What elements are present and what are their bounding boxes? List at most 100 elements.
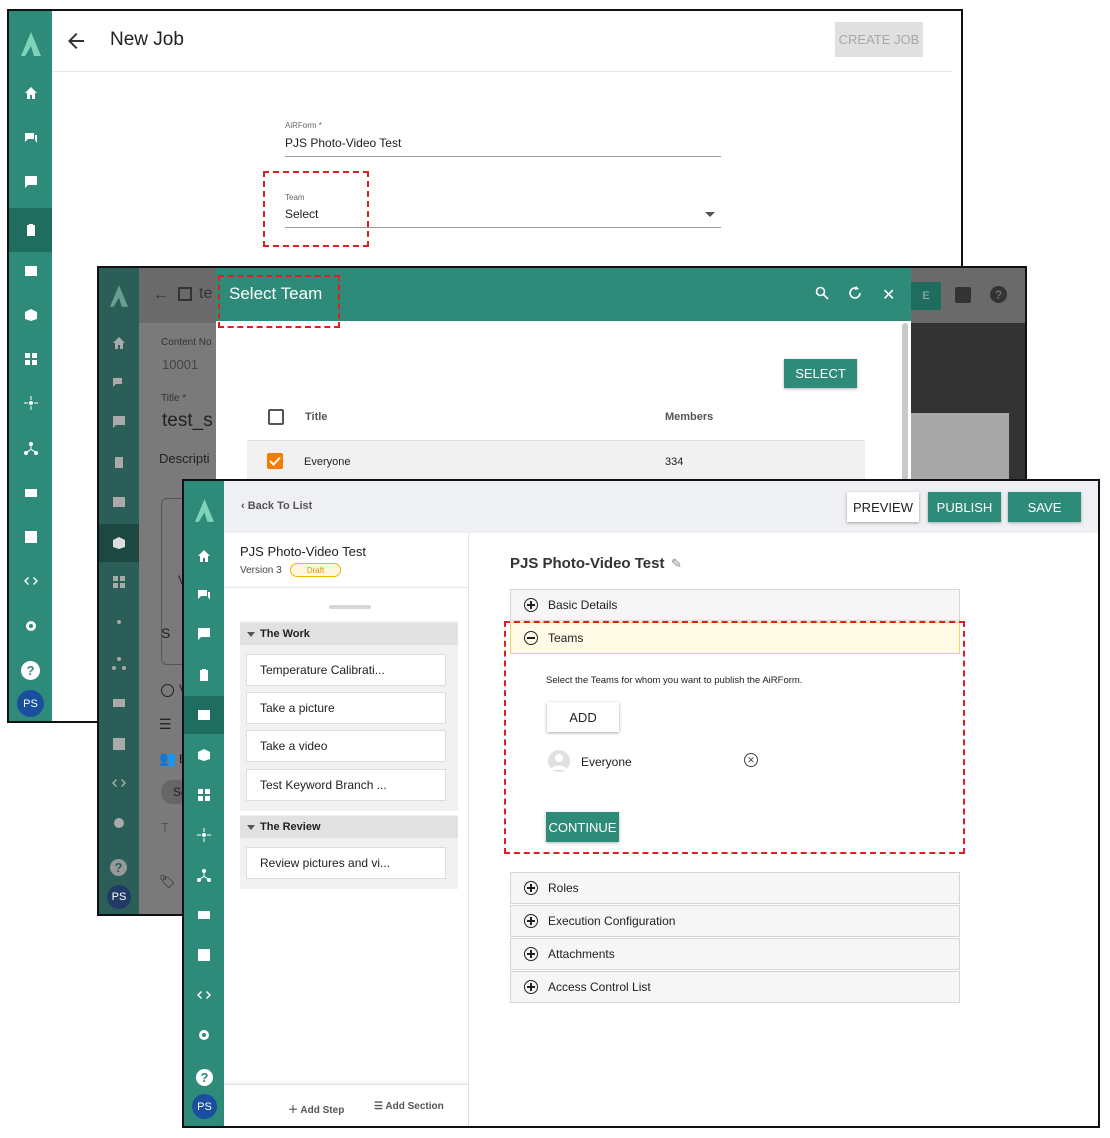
avatar[interactable]: PS (107, 885, 131, 909)
airform-field[interactable]: PJS Photo-Video Test (285, 136, 721, 157)
workflow-icon[interactable] (9, 436, 52, 460)
add-section-label: Add Section (385, 1101, 444, 1112)
title-label: Title * (161, 393, 187, 404)
drag-handle[interactable] (329, 605, 371, 609)
help-icon[interactable]: ? (110, 859, 127, 876)
report-icon[interactable] (99, 732, 139, 756)
accordion-attachments[interactable]: Attachments (510, 938, 960, 970)
clock-icon (161, 684, 174, 697)
code-icon[interactable] (9, 569, 52, 593)
widgets-icon[interactable] (184, 783, 224, 807)
box-icon[interactable] (99, 524, 139, 562)
accordion-basic-details[interactable]: Basic Details (510, 589, 960, 621)
sidebar: ? PS (184, 481, 224, 1126)
share-icon[interactable] (955, 287, 971, 303)
report-icon[interactable] (184, 943, 224, 967)
hub-icon[interactable] (184, 823, 224, 847)
clipboard-icon[interactable] (184, 663, 224, 687)
team-highlight-box (263, 171, 369, 247)
hub-icon[interactable] (99, 610, 139, 634)
header-button-partial[interactable]: E (911, 282, 941, 310)
id-card-icon[interactable] (99, 691, 139, 715)
avatar[interactable]: PS (17, 690, 44, 717)
add-step-button[interactable]: ＋ Add Step (288, 1101, 344, 1116)
select-all-checkbox[interactable] (268, 409, 284, 425)
report-icon[interactable] (9, 525, 52, 549)
avatar[interactable]: PS (192, 1094, 217, 1119)
back-arrow-icon[interactable] (64, 29, 88, 53)
settings-icon[interactable] (9, 614, 52, 638)
grid-list-icon[interactable] (99, 490, 139, 514)
structure-panel: PJS Photo-Video Test Version 3 Draft The… (224, 533, 469, 1126)
search-icon[interactable] (815, 286, 829, 300)
caret-down-icon (247, 631, 255, 637)
create-job-button[interactable]: CREATE JOB (835, 22, 923, 57)
edit-pencil-icon[interactable]: ✎ (671, 556, 682, 572)
id-card-icon[interactable] (9, 481, 52, 505)
code-icon[interactable] (99, 771, 139, 795)
save-button[interactable]: SAVE (1008, 492, 1081, 522)
workflow-icon[interactable] (184, 863, 224, 887)
back-to-list-link[interactable]: ‹ Back To List (241, 500, 312, 512)
home-icon[interactable] (184, 544, 224, 568)
box-icon[interactable] (184, 743, 224, 767)
chat-icon[interactable] (9, 126, 52, 150)
workflow-icon[interactable] (99, 651, 139, 675)
help-icon[interactable]: ? (21, 661, 40, 680)
home-icon[interactable] (99, 331, 139, 355)
scrollbar[interactable] (902, 323, 908, 480)
widgets-icon[interactable] (9, 347, 52, 371)
select-team-highlight-box (218, 275, 340, 328)
form-title: PJS Photo-Video Test (240, 544, 366, 559)
widgets-icon[interactable] (99, 570, 139, 594)
select-button[interactable]: SELECT (784, 359, 857, 388)
section-header-the-work[interactable]: The Work (240, 623, 458, 645)
grid-list-icon[interactable] (9, 259, 52, 283)
accordion-label: Roles (548, 881, 579, 895)
grid-list-icon[interactable] (184, 696, 224, 734)
back-arrow-icon[interactable]: ← (153, 286, 169, 304)
clipboard-icon[interactable] (99, 450, 139, 474)
airform-editor-window: ? PS ‹ Back To List PREVIEW PUBLISH SAVE… (182, 479, 1100, 1128)
code-icon[interactable] (184, 983, 224, 1007)
help-icon[interactable]: ? (196, 1069, 213, 1086)
accordion-execution-configuration[interactable]: Execution Configuration (510, 905, 960, 937)
tag-icon: 🏷 (159, 874, 176, 889)
hub-icon[interactable] (9, 391, 52, 415)
preview-button[interactable]: PREVIEW (847, 492, 919, 522)
plus-icon: ＋ (288, 1105, 301, 1116)
message-icon[interactable] (99, 410, 139, 434)
chat-icon[interactable] (99, 371, 139, 395)
content-no-value: 10001 (162, 357, 199, 372)
accordion-label: Attachments (548, 947, 615, 961)
accordion-access-control-list[interactable]: Access Control List (510, 971, 960, 1003)
chat-icon[interactable] (184, 583, 224, 607)
refresh-icon[interactable] (848, 286, 862, 300)
publish-button[interactable]: PUBLISH (928, 492, 1001, 522)
accordion-label: Access Control List (548, 980, 651, 994)
close-icon[interactable]: ✕ (882, 285, 895, 305)
message-icon[interactable] (9, 170, 52, 194)
settings-icon[interactable] (184, 1023, 224, 1047)
message-icon[interactable] (184, 622, 224, 646)
accordion-label: Basic Details (548, 598, 618, 612)
home-icon[interactable] (9, 81, 52, 105)
help-circle-icon[interactable]: ? (990, 286, 1007, 303)
box-icon[interactable] (9, 303, 52, 327)
step-item[interactable]: Review pictures and vi... (246, 847, 446, 879)
row-checkbox-checked[interactable] (267, 453, 283, 469)
clipboard-icon[interactable] (9, 208, 52, 252)
settings-icon[interactable] (99, 811, 139, 835)
id-card-icon[interactable] (184, 903, 224, 927)
accordion-roles[interactable]: Roles (510, 872, 960, 904)
app-logo-icon (99, 282, 139, 310)
step-item[interactable]: Test Keyword Branch ... (246, 769, 446, 801)
step-item[interactable]: Take a video (246, 730, 446, 762)
table-row[interactable]: Everyone 334 (247, 440, 865, 481)
add-section-button[interactable]: ☰ Add Section (374, 1101, 444, 1112)
step-item[interactable]: Temperature Calibrati... (246, 654, 446, 686)
step-item[interactable]: Take a picture (246, 692, 446, 724)
section-name: The Work (260, 628, 310, 640)
page-title: New Job (110, 29, 184, 50)
section-header-the-review[interactable]: The Review (240, 816, 458, 838)
